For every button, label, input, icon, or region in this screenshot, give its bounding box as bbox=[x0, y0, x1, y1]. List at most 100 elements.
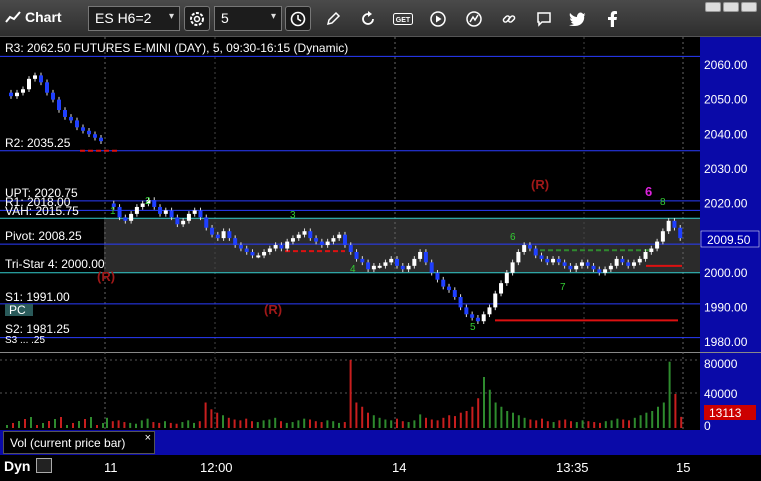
r-marker: (R) bbox=[264, 302, 282, 317]
close-button[interactable] bbox=[741, 2, 757, 12]
pencil-icon[interactable] bbox=[320, 6, 346, 31]
volume-bar bbox=[30, 417, 32, 428]
candle-body bbox=[597, 269, 602, 273]
volume-bar bbox=[564, 419, 567, 428]
gear-icon[interactable] bbox=[184, 6, 210, 31]
volume-bar bbox=[222, 415, 224, 428]
time-label: 12:00 bbox=[200, 460, 233, 475]
candle-body bbox=[423, 251, 428, 263]
link-icon[interactable] bbox=[496, 6, 522, 31]
volume-bar bbox=[546, 421, 549, 428]
pivot-label: Pivot: 2008.25 bbox=[5, 229, 82, 243]
facebook-icon[interactable] bbox=[599, 6, 625, 31]
volume-bar bbox=[430, 419, 433, 428]
candle-body bbox=[493, 293, 498, 308]
symbol-selector[interactable]: ES H6=2 ▾ bbox=[88, 6, 180, 31]
candle-body bbox=[319, 241, 324, 246]
volume-bar bbox=[72, 423, 74, 428]
candle-body bbox=[452, 290, 457, 297]
td-count-label: 8 bbox=[660, 197, 666, 208]
candle-body bbox=[527, 245, 532, 249]
price-pane bbox=[0, 37, 700, 352]
candle-body bbox=[337, 234, 342, 239]
candle-body bbox=[134, 206, 139, 214]
minimize-button[interactable] bbox=[705, 2, 721, 12]
candle-body bbox=[308, 231, 313, 239]
candle-body bbox=[129, 213, 134, 221]
candle-body bbox=[556, 258, 561, 263]
maximize-button[interactable] bbox=[723, 2, 739, 12]
candle-body bbox=[285, 241, 290, 249]
candle-body bbox=[93, 134, 97, 138]
volume-legend[interactable]: Vol (current price bar) × bbox=[3, 431, 155, 454]
candle-body bbox=[475, 317, 480, 322]
volume-bar bbox=[36, 425, 38, 428]
volume-bar bbox=[668, 361, 671, 428]
volume-bar bbox=[24, 419, 26, 428]
interval-selector[interactable]: 5 ▾ bbox=[214, 6, 282, 31]
volume-bar bbox=[593, 422, 596, 428]
volume-bar bbox=[193, 422, 195, 428]
volume-bar bbox=[465, 411, 468, 428]
candle-body bbox=[87, 130, 91, 135]
volume-bar bbox=[96, 425, 98, 428]
volume-bar bbox=[6, 425, 8, 428]
close-icon[interactable]: × bbox=[145, 432, 151, 444]
volume-bar bbox=[123, 422, 126, 428]
volume-bar bbox=[680, 416, 683, 428]
r2-label: R2: 2035.25 bbox=[5, 136, 71, 150]
volume-bar bbox=[599, 422, 601, 428]
volume-bar bbox=[575, 422, 578, 428]
volume-bar bbox=[413, 420, 416, 428]
candle-body bbox=[400, 265, 405, 270]
volume-bar bbox=[343, 422, 346, 428]
candle-body bbox=[487, 307, 492, 315]
time-label: 15 bbox=[676, 460, 691, 475]
volume-bar bbox=[169, 422, 172, 428]
candle-body bbox=[383, 262, 388, 266]
window-controls bbox=[705, 2, 757, 12]
price-chart[interactable]: 123456786 2060.002050.002040.002030.0020… bbox=[0, 37, 761, 455]
volume-bar bbox=[622, 419, 625, 428]
vol-axis-label: 80000 bbox=[704, 357, 738, 371]
candle-body bbox=[516, 251, 521, 263]
candle-body bbox=[279, 245, 284, 249]
candle-body bbox=[562, 262, 567, 266]
volume-bar bbox=[442, 417, 445, 428]
lock-icon[interactable] bbox=[36, 458, 52, 473]
symbol-value: ES H6=2 bbox=[95, 10, 152, 26]
volume-bar bbox=[488, 389, 491, 428]
candle-body bbox=[27, 78, 31, 90]
twitter-icon[interactable] bbox=[565, 6, 591, 31]
volume-bar bbox=[616, 418, 619, 428]
cycle-icon[interactable] bbox=[355, 6, 381, 31]
candle-body bbox=[406, 265, 411, 270]
volume-bar bbox=[349, 360, 352, 428]
window-title-label: Chart bbox=[25, 9, 62, 25]
volume-bar bbox=[268, 419, 271, 428]
volume-bar bbox=[297, 420, 300, 428]
price-axis-label: 2030.00 bbox=[704, 162, 748, 176]
volume-bar bbox=[425, 417, 427, 428]
chart-settings-icon[interactable] bbox=[461, 6, 487, 31]
clock-icon[interactable] bbox=[285, 6, 311, 31]
play-icon[interactable] bbox=[425, 6, 451, 31]
price-axis-label: 1980.00 bbox=[704, 335, 748, 349]
volume-bar bbox=[657, 406, 659, 428]
get-icon[interactable]: GET bbox=[390, 6, 416, 31]
dynamic-label: Dyn bbox=[4, 458, 31, 474]
time-label: 14 bbox=[392, 460, 407, 475]
candle-body bbox=[568, 265, 573, 270]
volume-bar bbox=[570, 421, 572, 428]
candle-body bbox=[464, 307, 469, 315]
candle-body bbox=[123, 217, 128, 221]
candle-body bbox=[256, 255, 261, 258]
price-axis-label: 2020.00 bbox=[704, 197, 748, 211]
volume-bar bbox=[407, 422, 410, 428]
chat-icon[interactable] bbox=[531, 6, 557, 31]
candle-body bbox=[666, 220, 671, 232]
candle-body bbox=[250, 251, 255, 256]
volume-bar bbox=[204, 402, 207, 428]
candle-body bbox=[533, 248, 538, 256]
volume-bar bbox=[18, 421, 20, 428]
